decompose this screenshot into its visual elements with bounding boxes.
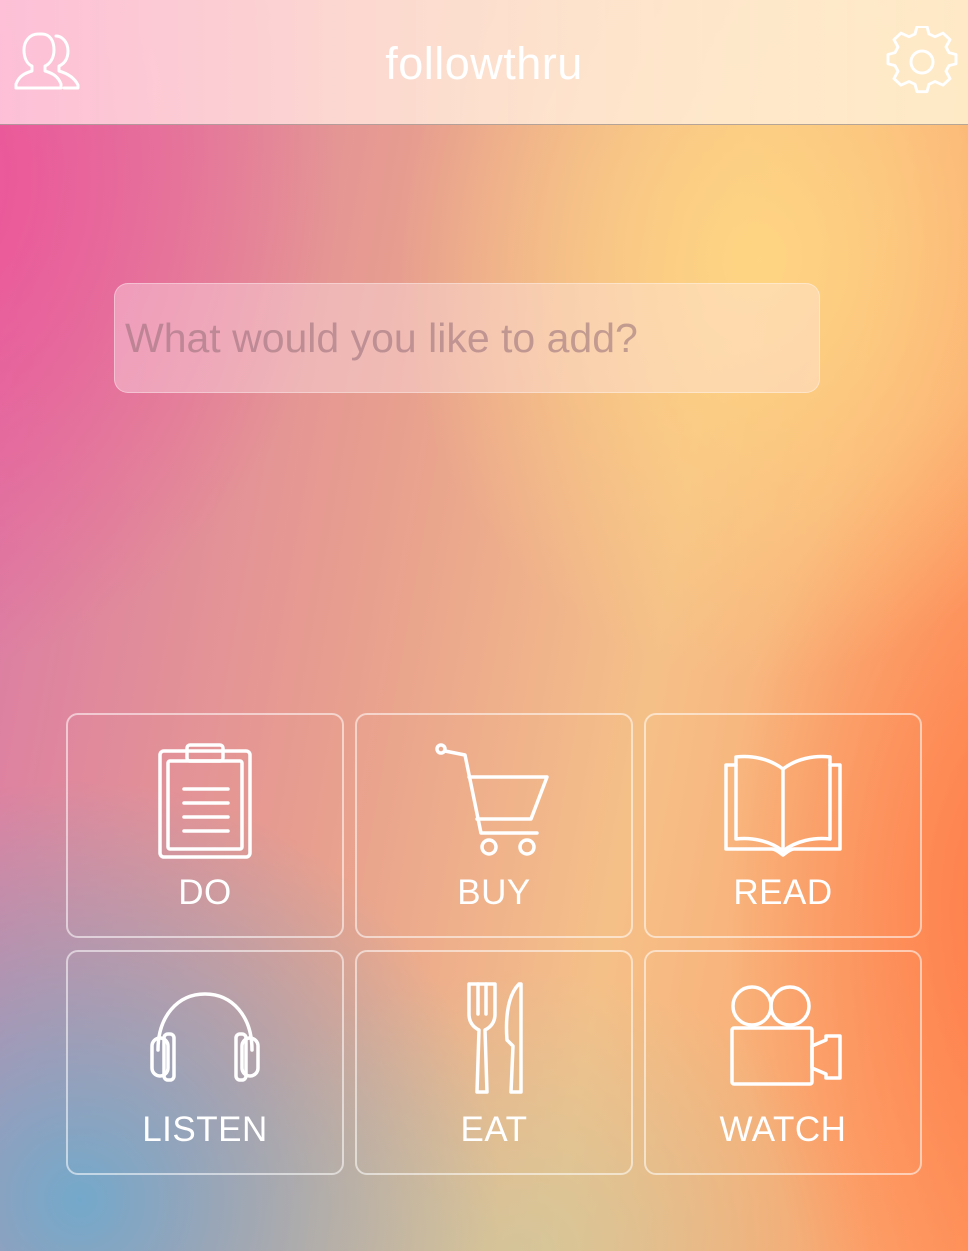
category-grid: DO BUY READ LISTEN EAT WATCH bbox=[66, 713, 922, 1175]
settings-button[interactable] bbox=[886, 26, 958, 98]
category-listen-button[interactable]: LISTEN bbox=[66, 950, 344, 1175]
category-read-button[interactable]: READ bbox=[644, 713, 922, 938]
app-title: followthru bbox=[385, 38, 583, 89]
book-icon bbox=[718, 743, 848, 861]
add-item-field-container bbox=[114, 283, 820, 393]
top-bar: followthru bbox=[0, 0, 968, 125]
fork-knife-icon bbox=[429, 980, 559, 1098]
category-eat-button[interactable]: EAT bbox=[355, 950, 633, 1175]
video-camera-icon bbox=[718, 980, 848, 1098]
category-do-button[interactable]: DO bbox=[66, 713, 344, 938]
cart-icon bbox=[429, 743, 559, 861]
category-watch-button[interactable]: WATCH bbox=[644, 950, 922, 1175]
category-buy-button[interactable]: BUY bbox=[355, 713, 633, 938]
category-read-label: READ bbox=[733, 873, 833, 912]
category-watch-label: WATCH bbox=[719, 1110, 847, 1149]
add-item-input[interactable] bbox=[125, 284, 811, 392]
category-buy-label: BUY bbox=[457, 873, 531, 912]
category-eat-label: EAT bbox=[460, 1110, 528, 1149]
category-listen-label: LISTEN bbox=[142, 1110, 268, 1149]
clipboard-icon bbox=[140, 743, 270, 861]
gear-icon bbox=[886, 26, 958, 98]
headphones-icon bbox=[140, 980, 270, 1098]
category-do-label: DO bbox=[178, 873, 232, 912]
